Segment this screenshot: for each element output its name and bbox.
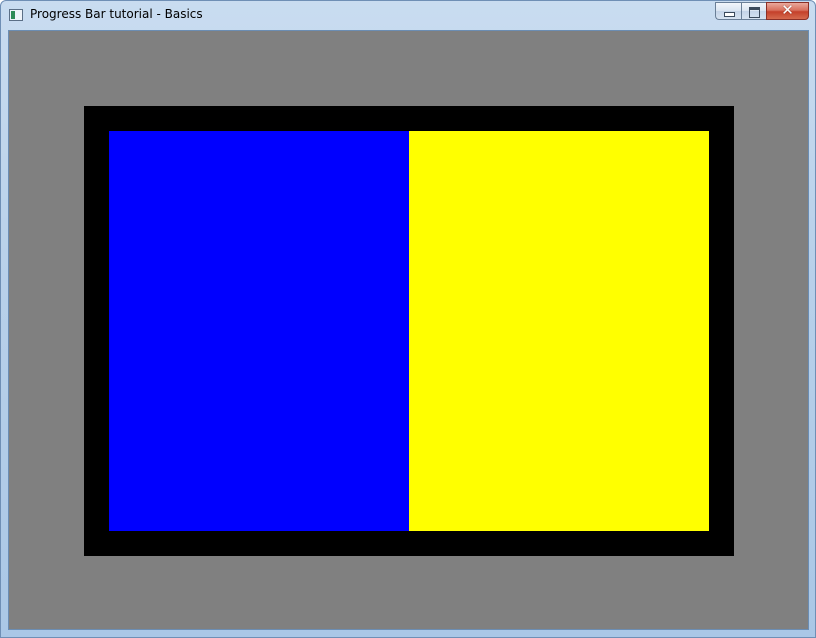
app-window-icon[interactable] [9, 9, 23, 21]
minimize-icon [724, 12, 735, 17]
progress-fill [109, 131, 409, 531]
window-title: Progress Bar tutorial - Basics [30, 7, 203, 21]
progress-track [109, 131, 709, 531]
app-window: Progress Bar tutorial - Basics ✕ [0, 0, 816, 638]
close-icon: ✕ [781, 1, 794, 19]
title-bar[interactable]: Progress Bar tutorial - Basics ✕ [1, 1, 815, 30]
maximize-button[interactable] [741, 2, 766, 20]
maximize-icon [749, 7, 760, 18]
progress-bar [84, 106, 734, 556]
close-button[interactable]: ✕ [766, 1, 809, 20]
client-area [8, 30, 809, 630]
minimize-button[interactable] [715, 2, 741, 20]
caption-buttons: ✕ [715, 1, 809, 21]
